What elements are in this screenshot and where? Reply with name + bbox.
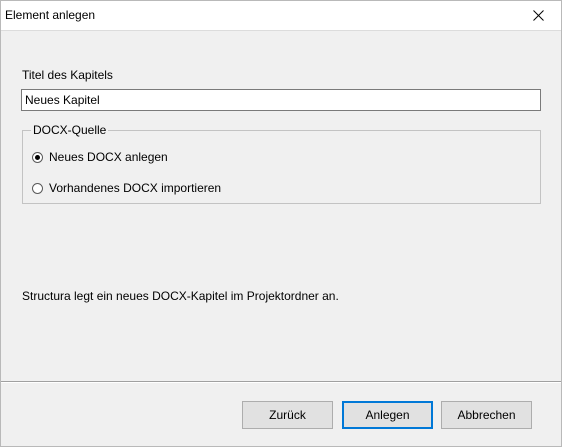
- dialog-window: Element anlegen Titel des Kapitels DOCX-…: [0, 0, 562, 447]
- radio-dot: [35, 154, 40, 160]
- footer-divider: [1, 381, 561, 383]
- cancel-button[interactable]: Abbrechen: [441, 401, 532, 429]
- docx-source-legend: DOCX-Quelle: [31, 123, 109, 137]
- info-text: Structura legt ein neues DOCX-Kapitel im…: [22, 289, 339, 303]
- title-bar: Element anlegen: [1, 1, 561, 29]
- radio-button[interactable]: [32, 182, 43, 194]
- header-divider: [1, 29, 561, 31]
- chapter-title-input[interactable]: [21, 89, 541, 111]
- radio-new-docx-label: Neues DOCX anlegen: [49, 150, 168, 164]
- radio-button-selected[interactable]: [32, 151, 43, 163]
- close-button[interactable]: [515, 1, 561, 29]
- docx-source-group: DOCX-Quelle Neues DOCX anlegen Vorhanden…: [22, 123, 541, 204]
- close-icon: [532, 9, 544, 21]
- radio-import-docx[interactable]: Vorhandenes DOCX importieren: [32, 181, 221, 195]
- chapter-title-label: Titel des Kapitels: [22, 68, 113, 82]
- radio-import-docx-label: Vorhandenes DOCX importieren: [49, 181, 222, 195]
- back-button[interactable]: Zurück: [242, 401, 333, 429]
- create-button[interactable]: Anlegen: [342, 401, 433, 429]
- radio-new-docx[interactable]: Neues DOCX anlegen: [32, 150, 168, 164]
- window-title: Element anlegen: [5, 8, 96, 22]
